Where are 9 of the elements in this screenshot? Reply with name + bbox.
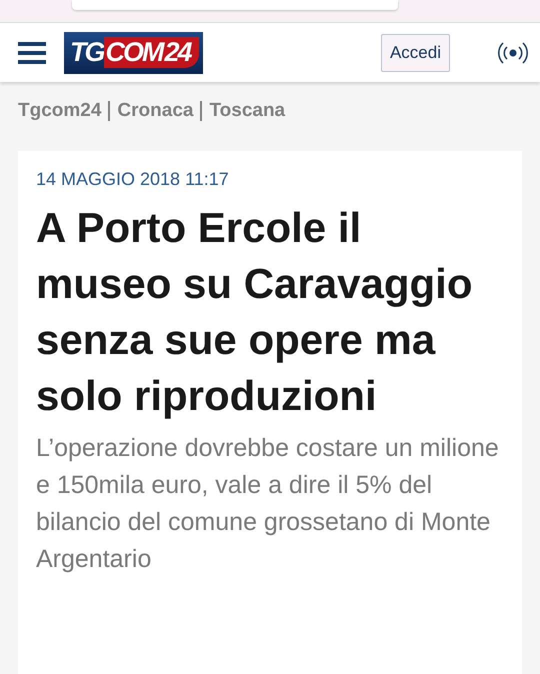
breadcrumb-link[interactable]: Tgcom24 xyxy=(18,100,102,122)
breadcrumb-link[interactable]: Cronaca xyxy=(117,100,194,122)
article-date: 14 MAGGIO 2018 11:17 xyxy=(36,169,230,190)
logo[interactable]: TGCOM24 xyxy=(64,32,203,74)
article-title: A Porto Ercole il museo su Caravaggio senza sue opere ma solo riproduzioni xyxy=(36,203,474,421)
breadcrumb-link[interactable]: Toscana xyxy=(209,100,286,122)
menu-icon[interactable] xyxy=(18,40,46,64)
article-subtitle: L’operazione dovrebbe costare un milione e 150mila euro, vale a dire il 5% del bilancio del comune grossetano di Monte Argentario xyxy=(36,433,500,575)
login-button[interactable]: Accedi xyxy=(380,34,450,72)
